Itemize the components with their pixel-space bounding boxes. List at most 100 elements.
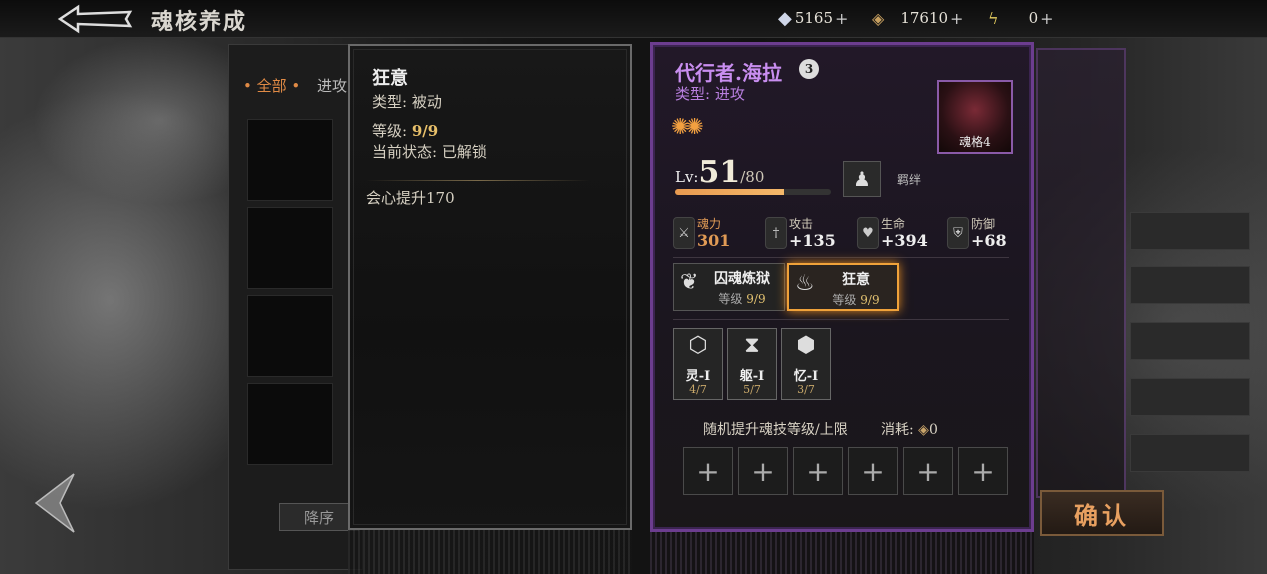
rune-name: 躯-I bbox=[739, 369, 765, 384]
level-prefix: Lv: bbox=[675, 168, 699, 186]
tooltip-level-label: 等级: bbox=[372, 122, 408, 140]
coin-count: 17610 bbox=[900, 9, 949, 27]
crystal-count: 5165 bbox=[794, 9, 834, 27]
skill-level-label: 等级 bbox=[718, 292, 743, 306]
material-slot[interactable]: + bbox=[958, 447, 1008, 495]
rune-count: 4/7 bbox=[689, 383, 707, 396]
add-crystal-button[interactable]: + bbox=[835, 9, 848, 28]
rune-body[interactable]: ⧗ 躯-I 5/7 bbox=[727, 328, 777, 400]
xp-bar-fill bbox=[675, 189, 785, 195]
soul-power-icon: ⚔ bbox=[673, 217, 695, 249]
crystal-resource: ◆ 5165 + bbox=[778, 7, 848, 29]
stat-value: +68 bbox=[971, 231, 1007, 250]
tooltip-fringe-decoration bbox=[348, 530, 632, 574]
rune-count: 3/7 bbox=[797, 383, 815, 396]
lightning-icon: ϟ bbox=[988, 8, 999, 28]
right-menu-item bbox=[1130, 266, 1250, 304]
coin-resource: ◈ 17610 + bbox=[872, 7, 963, 29]
top-bar: 魂核养成 ◆ 5165 + ◈ 17610 + ϟ 0 + bbox=[0, 0, 1267, 38]
coin-icon: ◈ bbox=[872, 8, 885, 28]
spirit-rune-icon: ⬡ bbox=[688, 333, 708, 358]
level-display: Lv:51/80 bbox=[675, 155, 764, 190]
rune-name: 灵-I bbox=[685, 369, 711, 384]
character-card: 代行者.海拉 3 类型: 进攻 魂格4 ✺✺ Lv:51/80 ♟ 羁绊 ⚔ 魂… bbox=[650, 42, 1034, 532]
add-energy-button[interactable]: + bbox=[1040, 9, 1053, 28]
sort-button[interactable]: 降序 bbox=[279, 503, 359, 531]
cost-label: 消耗: bbox=[881, 422, 914, 438]
stat-label: 生命 bbox=[881, 217, 906, 231]
bond-label: 羁绊 bbox=[897, 173, 922, 187]
level-max: /80 bbox=[740, 168, 765, 186]
skill-level-value: 9/9 bbox=[860, 293, 880, 307]
tab-attack[interactable]: 进攻 bbox=[317, 75, 347, 96]
bond-icon[interactable]: ♟ bbox=[843, 161, 881, 197]
body-rune-icon: ⧗ bbox=[744, 333, 760, 358]
card-fringe-decoration bbox=[650, 532, 1034, 574]
right-menu-item bbox=[1130, 434, 1250, 472]
rank-badge: 3 bbox=[799, 59, 819, 79]
skill-level: 等级 9/9 bbox=[704, 290, 780, 307]
character-name: 代行者.海拉 bbox=[675, 61, 782, 85]
level-value: 51 bbox=[698, 155, 741, 190]
list-item[interactable] bbox=[247, 119, 333, 201]
material-slot[interactable]: + bbox=[738, 447, 788, 495]
health-icon: ♥ bbox=[857, 217, 879, 249]
attack-icon: † bbox=[765, 217, 787, 249]
right-menu-item bbox=[1130, 322, 1250, 360]
shield-icon: ⛨ bbox=[947, 217, 969, 249]
portrait-label: 魂格4 bbox=[959, 135, 991, 149]
crystal-icon: ◆ bbox=[778, 7, 792, 29]
stat-label: 防御 bbox=[971, 217, 996, 231]
stat-label: 魂力 bbox=[697, 217, 722, 231]
stat-defense: ⛨ 防御 +68 bbox=[947, 215, 1037, 253]
memory-rune-icon: ⬢ bbox=[796, 333, 816, 358]
tooltip-type: 类型: 被动 bbox=[372, 93, 442, 111]
tooltip-level: 等级: 9/9 bbox=[372, 120, 438, 141]
skill-level-label: 等级 bbox=[832, 293, 857, 307]
skill-frenzy[interactable]: ♨ 狂意 等级 9/9 bbox=[787, 263, 899, 311]
flame-icon: ✺✺ bbox=[671, 115, 704, 140]
rune-name: 忆-I bbox=[793, 369, 819, 384]
page-title: 魂核养成 bbox=[151, 9, 248, 35]
energy-count: 0 bbox=[1028, 9, 1039, 27]
soul-core-list-panel: • 全部 • 进攻 降序 bbox=[228, 44, 363, 570]
left-arrow-icon[interactable] bbox=[30, 468, 80, 538]
material-slot[interactable]: + bbox=[903, 447, 953, 495]
rune-memory[interactable]: ⬢ 忆-I 3/7 bbox=[781, 328, 831, 400]
skill-prison-inferno[interactable]: ❦ 囚魂炼狱 等级 9/9 bbox=[673, 263, 785, 311]
character-portrait[interactable]: 魂格4 bbox=[937, 80, 1013, 154]
stat-health: ♥ 生命 +394 bbox=[857, 215, 947, 253]
skill-level-value: 9/9 bbox=[746, 292, 766, 306]
stat-value: +394 bbox=[881, 231, 928, 250]
tooltip-skill-name: 狂意 bbox=[372, 68, 408, 89]
list-item[interactable] bbox=[247, 295, 333, 377]
cost-value: 0 bbox=[928, 422, 938, 438]
back-arrow-icon[interactable] bbox=[56, 4, 134, 34]
coin-icon: ◈ bbox=[918, 422, 929, 438]
add-coin-button[interactable]: + bbox=[950, 9, 963, 28]
rune-spirit[interactable]: ⬡ 灵-I 4/7 bbox=[673, 328, 723, 400]
upgrade-description: 随机提升魂技等级/上限 bbox=[703, 422, 848, 438]
tooltip-status: 当前状态: 已解锁 bbox=[372, 143, 487, 161]
right-menu-item bbox=[1130, 378, 1250, 416]
rune-count: 5/7 bbox=[743, 383, 761, 396]
background-card bbox=[1036, 48, 1126, 498]
material-slot[interactable]: + bbox=[793, 447, 843, 495]
character-type: 类型: 进攻 bbox=[675, 85, 745, 103]
material-slot[interactable]: + bbox=[848, 447, 898, 495]
material-slot[interactable]: + bbox=[683, 447, 733, 495]
list-item[interactable] bbox=[247, 383, 333, 465]
stat-soul-power: ⚔ 魂力 301 bbox=[673, 215, 763, 253]
divider bbox=[366, 180, 590, 181]
tab-all[interactable]: • 全部 • bbox=[243, 75, 300, 96]
frenzy-icon: ♨ bbox=[795, 271, 815, 296]
stat-label: 攻击 bbox=[789, 217, 814, 231]
stat-attack: † 攻击 +135 bbox=[765, 215, 855, 253]
confirm-button[interactable]: 确认 bbox=[1040, 490, 1164, 536]
xp-bar bbox=[675, 189, 831, 195]
stat-value: +135 bbox=[789, 231, 836, 250]
tooltip-effect: 会心提升170 bbox=[366, 189, 455, 207]
skill-level: 等级 9/9 bbox=[819, 291, 893, 308]
skill-name: 囚魂炼狱 bbox=[714, 271, 770, 287]
list-item[interactable] bbox=[247, 207, 333, 289]
